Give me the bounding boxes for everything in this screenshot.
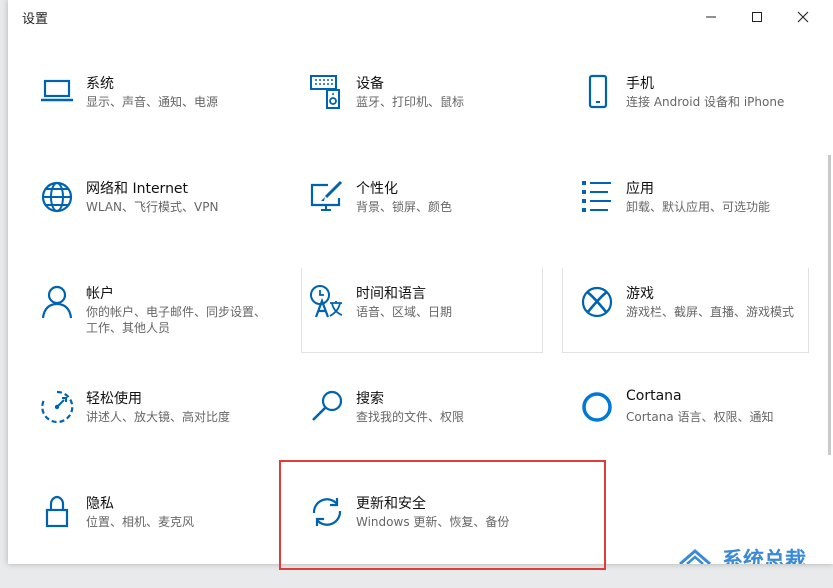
apps-list-icon [582,181,611,212]
tile-title: Cortana [626,388,682,404]
tile-personalization[interactable]: 个性化 背景、锁屏、颜色 [286,173,556,273]
tile-description: 语音、区域、日期 [356,305,453,319]
watermark-logo: 系统总裁 [679,548,806,564]
tile-system[interactable]: 系统 显示、声音、通知、电源 [16,68,286,168]
tile-ease-of-access[interactable]: 轻松使用 讲述人、放大镜、高对比度 [16,383,286,483]
settings-window: 设置 系统 显示、声音、通知、电源 设备 蓝牙、打印机、鼠标 手机 连接 And… [8,0,833,570]
tile-title: 手机 [626,76,654,92]
watermark-text: 系统总裁 [722,548,806,564]
lock-icon [45,495,69,528]
cortana-icon [582,392,612,422]
tile-privacy[interactable]: 隐私 位置、相机、麦克风 [16,488,286,588]
minimize-button[interactable] [688,0,734,34]
tile-network[interactable]: 网络和 Internet WLAN、飞行模式、VPN [16,173,286,273]
tile-description: 查找我的文件、权限 [356,410,465,424]
tile-description: 讲述人、放大镜、高对比度 [86,410,231,424]
scrollbar[interactable] [828,155,831,455]
maximize-button[interactable] [734,0,780,34]
tile-title: 搜索 [356,391,384,407]
person-icon [41,285,73,319]
paint-monitor-icon [310,180,343,211]
close-button[interactable] [780,0,826,34]
tile-description: 显示、声音、通知、电源 [86,95,219,109]
tile-title: 网络和 Internet [86,181,189,197]
tile-title: 个性化 [356,181,398,197]
tile-apps[interactable]: 应用 卸载、默认应用、可选功能 [556,173,826,273]
tile-description: 你的帐户、电子邮件、同步设置、工作、其他人员 [86,305,267,335]
tile-devices[interactable]: 设备 蓝牙、打印机、鼠标 [286,68,556,168]
globe-icon [41,181,73,213]
tile-title: 轻松使用 [86,391,142,407]
tile-gaming[interactable]: 游戏 游戏栏、截屏、直播、游戏模式 [556,278,826,378]
tile-description: Cortana 语言、权限、通知 [626,410,774,424]
tile-description: 背景、锁屏、颜色 [356,200,453,214]
phone-icon [588,74,608,109]
ease-of-access-icon [41,390,74,424]
tile-description: 游戏栏、截屏、直播、游戏模式 [626,305,795,319]
search-icon [312,390,343,421]
tile-description: 蓝牙、打印机、鼠标 [356,95,465,109]
tile-title: 隐私 [86,496,114,512]
window-title: 设置 [22,12,49,27]
tile-title: 帐户 [86,286,114,302]
laptop-icon [41,79,73,102]
tile-accounts[interactable]: 帐户 你的帐户、电子邮件、同步设置、工作、其他人员 [16,278,286,378]
minimize-icon [706,16,716,18]
tile-description: 位置、相机、麦克风 [86,515,195,529]
close-icon [797,11,809,23]
background-window-edge [0,0,8,564]
tile-title: 游戏 [626,286,654,302]
maximize-icon [752,12,762,22]
keyboard-speaker-icon [310,75,340,109]
tile-description: 连接 Android 设备和 iPhone [626,95,785,109]
xbox-icon [581,286,613,318]
time-language-icon [310,285,343,318]
tile-description: 卸载、默认应用、可选功能 [626,200,771,214]
tile-title: 设备 [356,76,384,92]
tile-time-language[interactable]: 时间和语言 语音、区域、日期 [286,278,556,378]
tile-title: 时间和语言 [356,286,426,302]
tile-title: 系统 [86,76,114,92]
tile-description: WLAN、飞行模式、VPN [86,200,219,214]
tile-phone[interactable]: 手机 连接 Android 设备和 iPhone [556,68,826,168]
highlight-box [279,460,606,570]
tile-title: 应用 [626,181,654,197]
title-bar: 设置 [8,0,833,34]
